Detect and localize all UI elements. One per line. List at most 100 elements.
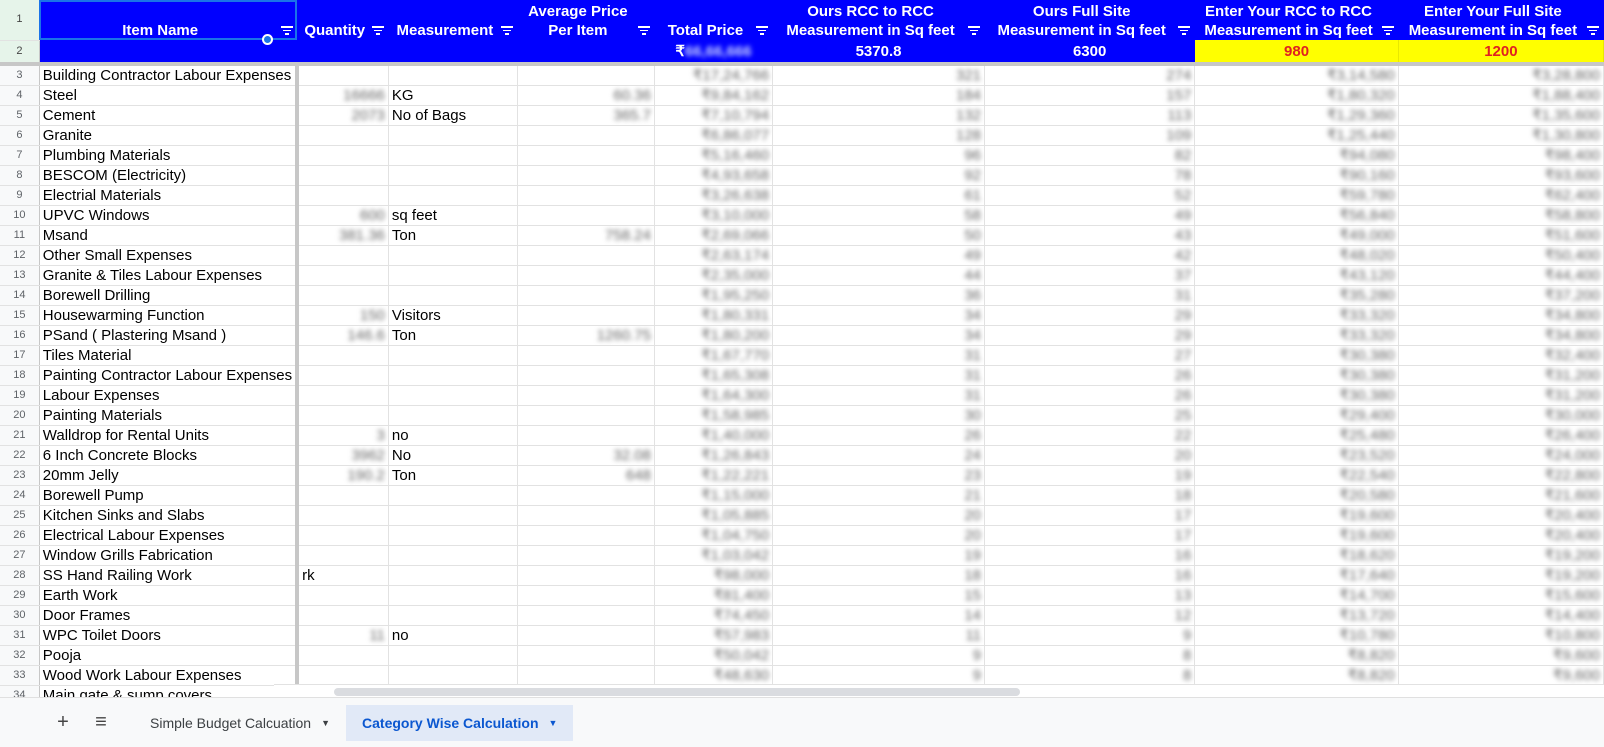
- cell-ours-rcc[interactable]: 14: [772, 605, 986, 626]
- cell-total-price[interactable]: ₹1,65,308: [654, 365, 774, 386]
- cell-ours-full-site[interactable]: 43: [984, 225, 1196, 246]
- row-number[interactable]: 20: [0, 405, 40, 426]
- cell-your-full-site[interactable]: ₹19,200: [1398, 565, 1604, 586]
- column-header-ours-full-site[interactable]: Ours Full Site Measurement in Sq feet: [984, 0, 1196, 40]
- cell-ours-rcc[interactable]: 9: [772, 645, 986, 666]
- cell-quantity[interactable]: [297, 265, 389, 286]
- cell-total-price[interactable]: ₹1,15,000: [654, 485, 774, 506]
- row-number[interactable]: 28: [0, 565, 40, 586]
- column-header-your-rcc[interactable]: Enter Your RCC to RCC Measurement in Sq f…: [1194, 0, 1399, 40]
- cell-quantity[interactable]: 146.6: [297, 325, 389, 346]
- cell-your-full-site[interactable]: ₹14,400: [1398, 605, 1604, 626]
- cell-measurement[interactable]: [388, 285, 518, 306]
- summary-cell-quantity[interactable]: [297, 40, 389, 66]
- cell-ours-rcc[interactable]: 18: [772, 565, 986, 586]
- cell-your-full-site[interactable]: ₹34,800: [1398, 325, 1604, 346]
- cell-average-price[interactable]: [517, 525, 655, 546]
- cell-measurement[interactable]: [388, 505, 518, 526]
- summary-cell-ours-rcc[interactable]: 5370.8: [772, 40, 986, 66]
- cell-measurement[interactable]: No: [388, 445, 518, 466]
- cell-item-name[interactable]: BESCOM (Electricity): [39, 165, 300, 186]
- row-number[interactable]: 22: [0, 445, 40, 466]
- cell-total-price[interactable]: ₹98,000: [654, 565, 774, 586]
- cell-item-name[interactable]: Housewarming Function: [39, 305, 300, 326]
- cell-ours-full-site[interactable]: 29: [984, 325, 1196, 346]
- cell-your-full-site[interactable]: ₹50,400: [1398, 245, 1604, 266]
- cell-your-rcc[interactable]: ₹35,280: [1194, 285, 1399, 306]
- chevron-down-icon[interactable]: ▼: [321, 718, 330, 728]
- cell-your-full-site[interactable]: ₹37,200: [1398, 285, 1604, 306]
- cell-measurement[interactable]: [388, 485, 518, 506]
- cell-item-name[interactable]: Wood Work Labour Expenses: [39, 665, 300, 686]
- scrollbar-thumb[interactable]: [334, 688, 1020, 696]
- cell-average-price[interactable]: [517, 365, 655, 386]
- row-number[interactable]: 12: [0, 245, 40, 266]
- horizontal-scrollbar[interactable]: [274, 684, 1604, 697]
- cell-quantity[interactable]: [297, 125, 389, 146]
- cell-your-rcc[interactable]: ₹8,820: [1194, 665, 1399, 686]
- cell-quantity[interactable]: [297, 585, 389, 606]
- cell-average-price[interactable]: [517, 385, 655, 406]
- cell-item-name[interactable]: Steel: [39, 85, 300, 106]
- cell-average-price[interactable]: [517, 545, 655, 566]
- cell-measurement[interactable]: no: [388, 625, 518, 646]
- filter-icon[interactable]: [637, 26, 650, 36]
- cell-quantity[interactable]: [297, 525, 389, 546]
- cell-quantity[interactable]: 190.2: [297, 465, 389, 486]
- cell-measurement[interactable]: [388, 245, 518, 266]
- cell-total-price[interactable]: ₹2,63,174: [654, 245, 774, 266]
- column-header-measurement[interactable]: Measurement: [388, 0, 518, 40]
- cell-measurement[interactable]: sq feet: [388, 205, 518, 226]
- cell-quantity[interactable]: [297, 245, 389, 266]
- cell-average-price[interactable]: [517, 565, 655, 586]
- row-number[interactable]: 27: [0, 545, 40, 566]
- cell-item-name[interactable]: Borewell Pump: [39, 485, 300, 506]
- cell-average-price[interactable]: [517, 405, 655, 426]
- cell-your-rcc[interactable]: ₹25,480: [1194, 425, 1399, 446]
- cell-your-rcc[interactable]: ₹3,14,580: [1194, 64, 1399, 86]
- cell-ours-full-site[interactable]: 8: [984, 665, 1196, 686]
- cell-your-rcc[interactable]: ₹48,020: [1194, 245, 1399, 266]
- cell-your-full-site[interactable]: ₹22,800: [1398, 465, 1604, 486]
- column-header-ours-rcc[interactable]: Ours RCC to RCC Measurement in Sq feet: [772, 0, 986, 40]
- cell-total-price[interactable]: ₹1,04,750: [654, 525, 774, 546]
- cell-ours-rcc[interactable]: 96: [772, 145, 986, 166]
- row-number[interactable]: 3: [0, 64, 40, 86]
- cell-quantity[interactable]: [297, 405, 389, 426]
- cell-quantity[interactable]: [297, 645, 389, 666]
- cell-your-full-site[interactable]: ₹19,200: [1398, 545, 1604, 566]
- cell-item-name[interactable]: Borewell Drilling: [39, 285, 300, 306]
- row-number[interactable]: 13: [0, 265, 40, 286]
- cell-ours-rcc[interactable]: 50: [772, 225, 986, 246]
- cell-average-price[interactable]: [517, 605, 655, 626]
- cell-total-price[interactable]: ₹1,05,885: [654, 505, 774, 526]
- cell-ours-rcc[interactable]: 61: [772, 185, 986, 206]
- cell-ours-full-site[interactable]: 157: [984, 85, 1196, 106]
- row-number[interactable]: 25: [0, 505, 40, 526]
- cell-quantity[interactable]: [297, 285, 389, 306]
- cell-item-name[interactable]: Labour Expenses: [39, 385, 300, 406]
- chevron-down-icon[interactable]: ▼: [549, 718, 558, 728]
- cell-total-price[interactable]: ₹4,93,658: [654, 165, 774, 186]
- cell-ours-rcc[interactable]: 58: [772, 205, 986, 226]
- cell-ours-full-site[interactable]: 16: [984, 565, 1196, 586]
- cell-your-rcc[interactable]: ₹13,720: [1194, 605, 1399, 626]
- cell-your-full-site[interactable]: ₹24,000: [1398, 445, 1604, 466]
- cell-ours-full-site[interactable]: 17: [984, 505, 1196, 526]
- cell-your-rcc[interactable]: ₹30,380: [1194, 345, 1399, 366]
- cell-item-name[interactable]: Msand: [39, 225, 300, 246]
- cell-your-full-site[interactable]: ₹9,600: [1398, 645, 1604, 666]
- cell-your-rcc[interactable]: ₹17,640: [1194, 565, 1399, 586]
- cell-total-price[interactable]: ₹2,69,066: [654, 225, 774, 246]
- row-number[interactable]: 24: [0, 485, 40, 506]
- cell-your-rcc[interactable]: ₹33,320: [1194, 325, 1399, 346]
- cell-your-full-site[interactable]: ₹32,400: [1398, 345, 1604, 366]
- cell-average-price[interactable]: [517, 485, 655, 506]
- cell-ours-full-site[interactable]: 52: [984, 185, 1196, 206]
- cell-measurement[interactable]: no: [388, 425, 518, 446]
- row-number[interactable]: 2: [0, 40, 40, 66]
- cell-your-full-site[interactable]: ₹15,600: [1398, 585, 1604, 606]
- filter-icon[interactable]: [280, 26, 293, 36]
- input-your-rcc-sqft[interactable]: 980: [1194, 40, 1399, 66]
- cell-total-price[interactable]: ₹74,450: [654, 605, 774, 626]
